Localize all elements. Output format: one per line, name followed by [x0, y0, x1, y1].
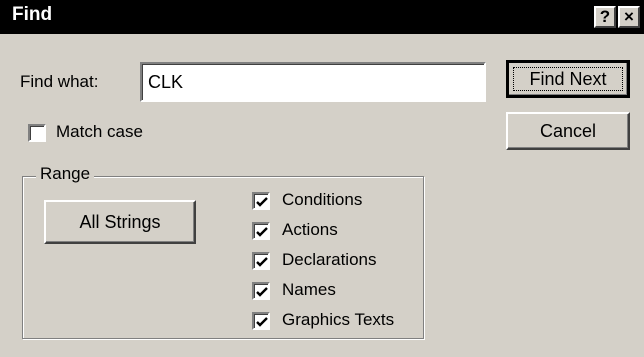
conditions-label[interactable]: Conditions — [282, 190, 362, 210]
checkmark-icon — [256, 287, 268, 297]
all-strings-button[interactable]: All Strings — [44, 200, 196, 244]
cancel-label: Cancel — [539, 120, 597, 141]
find-next-button[interactable]: Find Next — [506, 60, 630, 98]
names-checkbox[interactable] — [252, 282, 270, 300]
cancel-button[interactable]: Cancel — [506, 112, 630, 150]
find-what-label: Find what: — [20, 72, 98, 92]
title-bar[interactable]: Find ? × — [0, 0, 644, 34]
find-what-label-text: Find what: — [20, 72, 99, 91]
match-case-checkbox[interactable] — [28, 124, 46, 142]
checkmark-icon — [256, 227, 268, 237]
conditions-checkbox[interactable] — [252, 192, 270, 210]
graphics-texts-label[interactable]: Graphics Texts — [282, 310, 394, 330]
names-label[interactable]: Names — [282, 280, 336, 300]
range-legend: Range — [36, 164, 95, 184]
all-strings-label: All Strings — [79, 211, 161, 232]
match-case-label[interactable]: Match case — [56, 122, 143, 142]
help-icon: ? — [599, 7, 611, 26]
checkmark-icon — [256, 197, 268, 207]
declarations-checkbox[interactable] — [252, 252, 270, 270]
actions-checkbox[interactable] — [252, 222, 270, 240]
find-what-input[interactable]: CLK — [140, 62, 486, 102]
actions-label[interactable]: Actions — [282, 220, 338, 240]
checkmark-icon — [256, 317, 268, 327]
declarations-label[interactable]: Declarations — [282, 250, 377, 270]
checkmark-icon — [256, 257, 268, 267]
close-icon: × — [624, 7, 634, 26]
help-button[interactable]: ? — [594, 6, 616, 28]
find-dialog: Find ? × Find what: CLK Find Next Cancel… — [0, 0, 644, 357]
graphics-texts-checkbox[interactable] — [252, 312, 270, 330]
window-title: Find — [12, 4, 53, 25]
focus-rectangle — [513, 67, 623, 91]
close-button[interactable]: × — [618, 6, 640, 28]
